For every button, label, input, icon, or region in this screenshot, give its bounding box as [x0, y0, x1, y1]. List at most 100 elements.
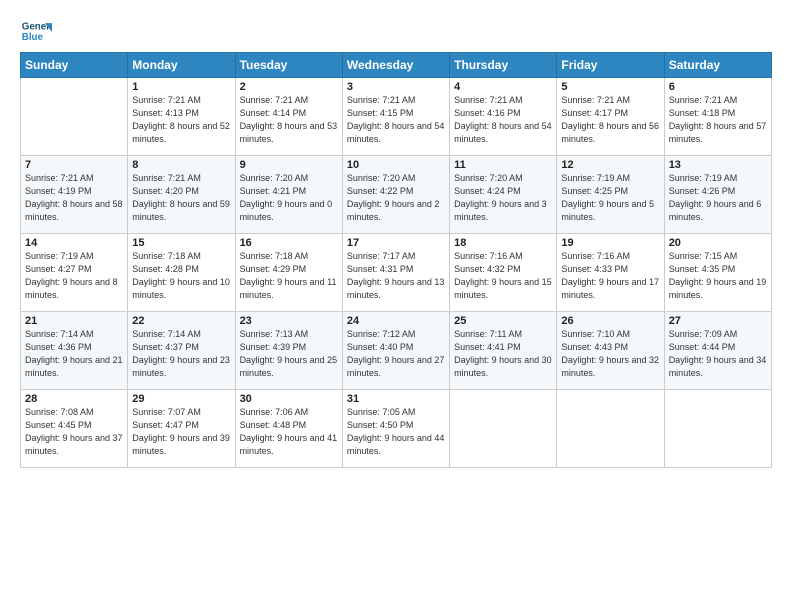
calendar-cell: 20Sunrise: 7:15 AMSunset: 4:35 PMDayligh…: [664, 234, 771, 312]
page: General Blue SundayMondayTuesdayWednesda…: [0, 0, 792, 612]
calendar-week-row: 7Sunrise: 7:21 AMSunset: 4:19 PMDaylight…: [21, 156, 772, 234]
calendar-cell: 10Sunrise: 7:20 AMSunset: 4:22 PMDayligh…: [342, 156, 449, 234]
day-number: 25: [454, 315, 552, 327]
cell-info: Sunrise: 7:15 AMSunset: 4:35 PMDaylight:…: [669, 250, 767, 302]
calendar-cell: 16Sunrise: 7:18 AMSunset: 4:29 PMDayligh…: [235, 234, 342, 312]
day-number: 30: [240, 393, 338, 405]
weekday-header-cell: Saturday: [664, 53, 771, 78]
calendar-cell: 12Sunrise: 7:19 AMSunset: 4:25 PMDayligh…: [557, 156, 664, 234]
day-number: 20: [669, 237, 767, 249]
logo: General Blue: [20, 16, 56, 48]
day-number: 8: [132, 159, 230, 171]
cell-info: Sunrise: 7:07 AMSunset: 4:47 PMDaylight:…: [132, 406, 230, 458]
calendar-cell: 29Sunrise: 7:07 AMSunset: 4:47 PMDayligh…: [128, 390, 235, 468]
cell-info: Sunrise: 7:18 AMSunset: 4:28 PMDaylight:…: [132, 250, 230, 302]
calendar-cell: 22Sunrise: 7:14 AMSunset: 4:37 PMDayligh…: [128, 312, 235, 390]
day-number: 9: [240, 159, 338, 171]
weekday-header-cell: Tuesday: [235, 53, 342, 78]
cell-info: Sunrise: 7:06 AMSunset: 4:48 PMDaylight:…: [240, 406, 338, 458]
svg-text:General: General: [22, 21, 52, 32]
day-number: 26: [561, 315, 659, 327]
calendar-cell: 27Sunrise: 7:09 AMSunset: 4:44 PMDayligh…: [664, 312, 771, 390]
cell-info: Sunrise: 7:20 AMSunset: 4:22 PMDaylight:…: [347, 172, 445, 224]
calendar-cell: 11Sunrise: 7:20 AMSunset: 4:24 PMDayligh…: [450, 156, 557, 234]
header: General Blue: [20, 16, 772, 48]
cell-info: Sunrise: 7:11 AMSunset: 4:41 PMDaylight:…: [454, 328, 552, 380]
calendar-cell: [557, 390, 664, 468]
cell-info: Sunrise: 7:21 AMSunset: 4:13 PMDaylight:…: [132, 94, 230, 146]
cell-info: Sunrise: 7:21 AMSunset: 4:20 PMDaylight:…: [132, 172, 230, 224]
day-number: 14: [25, 237, 123, 249]
calendar-cell: 13Sunrise: 7:19 AMSunset: 4:26 PMDayligh…: [664, 156, 771, 234]
calendar-week-row: 28Sunrise: 7:08 AMSunset: 4:45 PMDayligh…: [21, 390, 772, 468]
cell-info: Sunrise: 7:16 AMSunset: 4:33 PMDaylight:…: [561, 250, 659, 302]
logo-icon: General Blue: [20, 16, 52, 48]
calendar-cell: 7Sunrise: 7:21 AMSunset: 4:19 PMDaylight…: [21, 156, 128, 234]
calendar-cell: 30Sunrise: 7:06 AMSunset: 4:48 PMDayligh…: [235, 390, 342, 468]
day-number: 27: [669, 315, 767, 327]
cell-info: Sunrise: 7:19 AMSunset: 4:26 PMDaylight:…: [669, 172, 767, 224]
calendar-cell: 8Sunrise: 7:21 AMSunset: 4:20 PMDaylight…: [128, 156, 235, 234]
day-number: 4: [454, 81, 552, 93]
calendar-table: SundayMondayTuesdayWednesdayThursdayFrid…: [20, 52, 772, 468]
calendar-cell: 6Sunrise: 7:21 AMSunset: 4:18 PMDaylight…: [664, 78, 771, 156]
calendar-cell: 9Sunrise: 7:20 AMSunset: 4:21 PMDaylight…: [235, 156, 342, 234]
day-number: 13: [669, 159, 767, 171]
day-number: 28: [25, 393, 123, 405]
calendar-cell: 21Sunrise: 7:14 AMSunset: 4:36 PMDayligh…: [21, 312, 128, 390]
day-number: 29: [132, 393, 230, 405]
day-number: 17: [347, 237, 445, 249]
cell-info: Sunrise: 7:21 AMSunset: 4:19 PMDaylight:…: [25, 172, 123, 224]
day-number: 24: [347, 315, 445, 327]
weekday-header-row: SundayMondayTuesdayWednesdayThursdayFrid…: [21, 53, 772, 78]
calendar-cell: 3Sunrise: 7:21 AMSunset: 4:15 PMDaylight…: [342, 78, 449, 156]
weekday-header-cell: Thursday: [450, 53, 557, 78]
day-number: 18: [454, 237, 552, 249]
day-number: 23: [240, 315, 338, 327]
cell-info: Sunrise: 7:19 AMSunset: 4:27 PMDaylight:…: [25, 250, 123, 302]
calendar-body: 1Sunrise: 7:21 AMSunset: 4:13 PMDaylight…: [21, 78, 772, 468]
calendar-cell: 1Sunrise: 7:21 AMSunset: 4:13 PMDaylight…: [128, 78, 235, 156]
calendar-cell: [664, 390, 771, 468]
cell-info: Sunrise: 7:14 AMSunset: 4:36 PMDaylight:…: [25, 328, 123, 380]
cell-info: Sunrise: 7:13 AMSunset: 4:39 PMDaylight:…: [240, 328, 338, 380]
weekday-header-cell: Wednesday: [342, 53, 449, 78]
cell-info: Sunrise: 7:09 AMSunset: 4:44 PMDaylight:…: [669, 328, 767, 380]
day-number: 5: [561, 81, 659, 93]
cell-info: Sunrise: 7:21 AMSunset: 4:17 PMDaylight:…: [561, 94, 659, 146]
cell-info: Sunrise: 7:10 AMSunset: 4:43 PMDaylight:…: [561, 328, 659, 380]
cell-info: Sunrise: 7:18 AMSunset: 4:29 PMDaylight:…: [240, 250, 338, 302]
cell-info: Sunrise: 7:08 AMSunset: 4:45 PMDaylight:…: [25, 406, 123, 458]
weekday-header-cell: Monday: [128, 53, 235, 78]
cell-info: Sunrise: 7:14 AMSunset: 4:37 PMDaylight:…: [132, 328, 230, 380]
day-number: 7: [25, 159, 123, 171]
day-number: 11: [454, 159, 552, 171]
day-number: 2: [240, 81, 338, 93]
day-number: 3: [347, 81, 445, 93]
day-number: 15: [132, 237, 230, 249]
cell-info: Sunrise: 7:21 AMSunset: 4:16 PMDaylight:…: [454, 94, 552, 146]
calendar-cell: 5Sunrise: 7:21 AMSunset: 4:17 PMDaylight…: [557, 78, 664, 156]
calendar-cell: 28Sunrise: 7:08 AMSunset: 4:45 PMDayligh…: [21, 390, 128, 468]
calendar-week-row: 14Sunrise: 7:19 AMSunset: 4:27 PMDayligh…: [21, 234, 772, 312]
day-number: 16: [240, 237, 338, 249]
day-number: 21: [25, 315, 123, 327]
day-number: 10: [347, 159, 445, 171]
weekday-header-cell: Friday: [557, 53, 664, 78]
calendar-cell: 17Sunrise: 7:17 AMSunset: 4:31 PMDayligh…: [342, 234, 449, 312]
calendar-cell: 4Sunrise: 7:21 AMSunset: 4:16 PMDaylight…: [450, 78, 557, 156]
cell-info: Sunrise: 7:12 AMSunset: 4:40 PMDaylight:…: [347, 328, 445, 380]
calendar-week-row: 1Sunrise: 7:21 AMSunset: 4:13 PMDaylight…: [21, 78, 772, 156]
day-number: 12: [561, 159, 659, 171]
calendar-cell: [450, 390, 557, 468]
svg-text:Blue: Blue: [22, 32, 44, 43]
cell-info: Sunrise: 7:21 AMSunset: 4:18 PMDaylight:…: [669, 94, 767, 146]
day-number: 19: [561, 237, 659, 249]
day-number: 6: [669, 81, 767, 93]
calendar-cell: 24Sunrise: 7:12 AMSunset: 4:40 PMDayligh…: [342, 312, 449, 390]
cell-info: Sunrise: 7:17 AMSunset: 4:31 PMDaylight:…: [347, 250, 445, 302]
cell-info: Sunrise: 7:19 AMSunset: 4:25 PMDaylight:…: [561, 172, 659, 224]
day-number: 1: [132, 81, 230, 93]
cell-info: Sunrise: 7:21 AMSunset: 4:15 PMDaylight:…: [347, 94, 445, 146]
cell-info: Sunrise: 7:16 AMSunset: 4:32 PMDaylight:…: [454, 250, 552, 302]
